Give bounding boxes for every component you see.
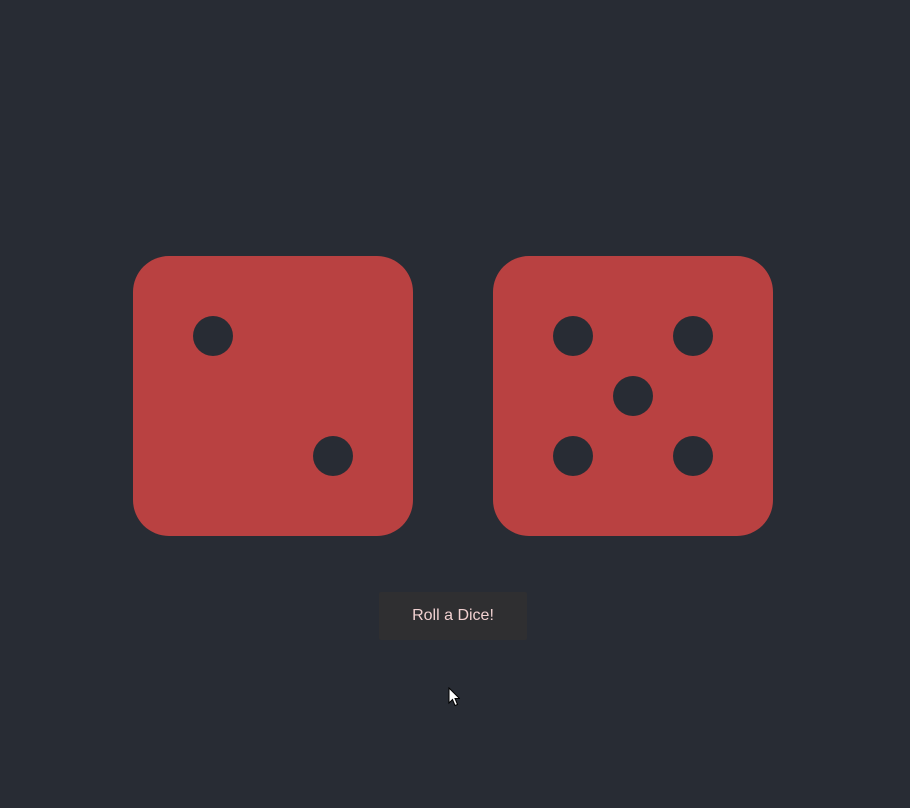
die-pip [193, 316, 233, 356]
die-pip [553, 316, 593, 356]
die-pip [613, 376, 653, 416]
dice-row [133, 256, 773, 536]
die-left [133, 256, 413, 536]
dice-app: Roll a Dice! [0, 0, 910, 808]
die-pip [673, 316, 713, 356]
die-pip [553, 436, 593, 476]
die-right [493, 256, 773, 536]
die-pip [313, 436, 353, 476]
mouse-pointer-icon [448, 687, 460, 707]
die-pip [673, 436, 713, 476]
roll-dice-button[interactable]: Roll a Dice! [379, 592, 527, 640]
